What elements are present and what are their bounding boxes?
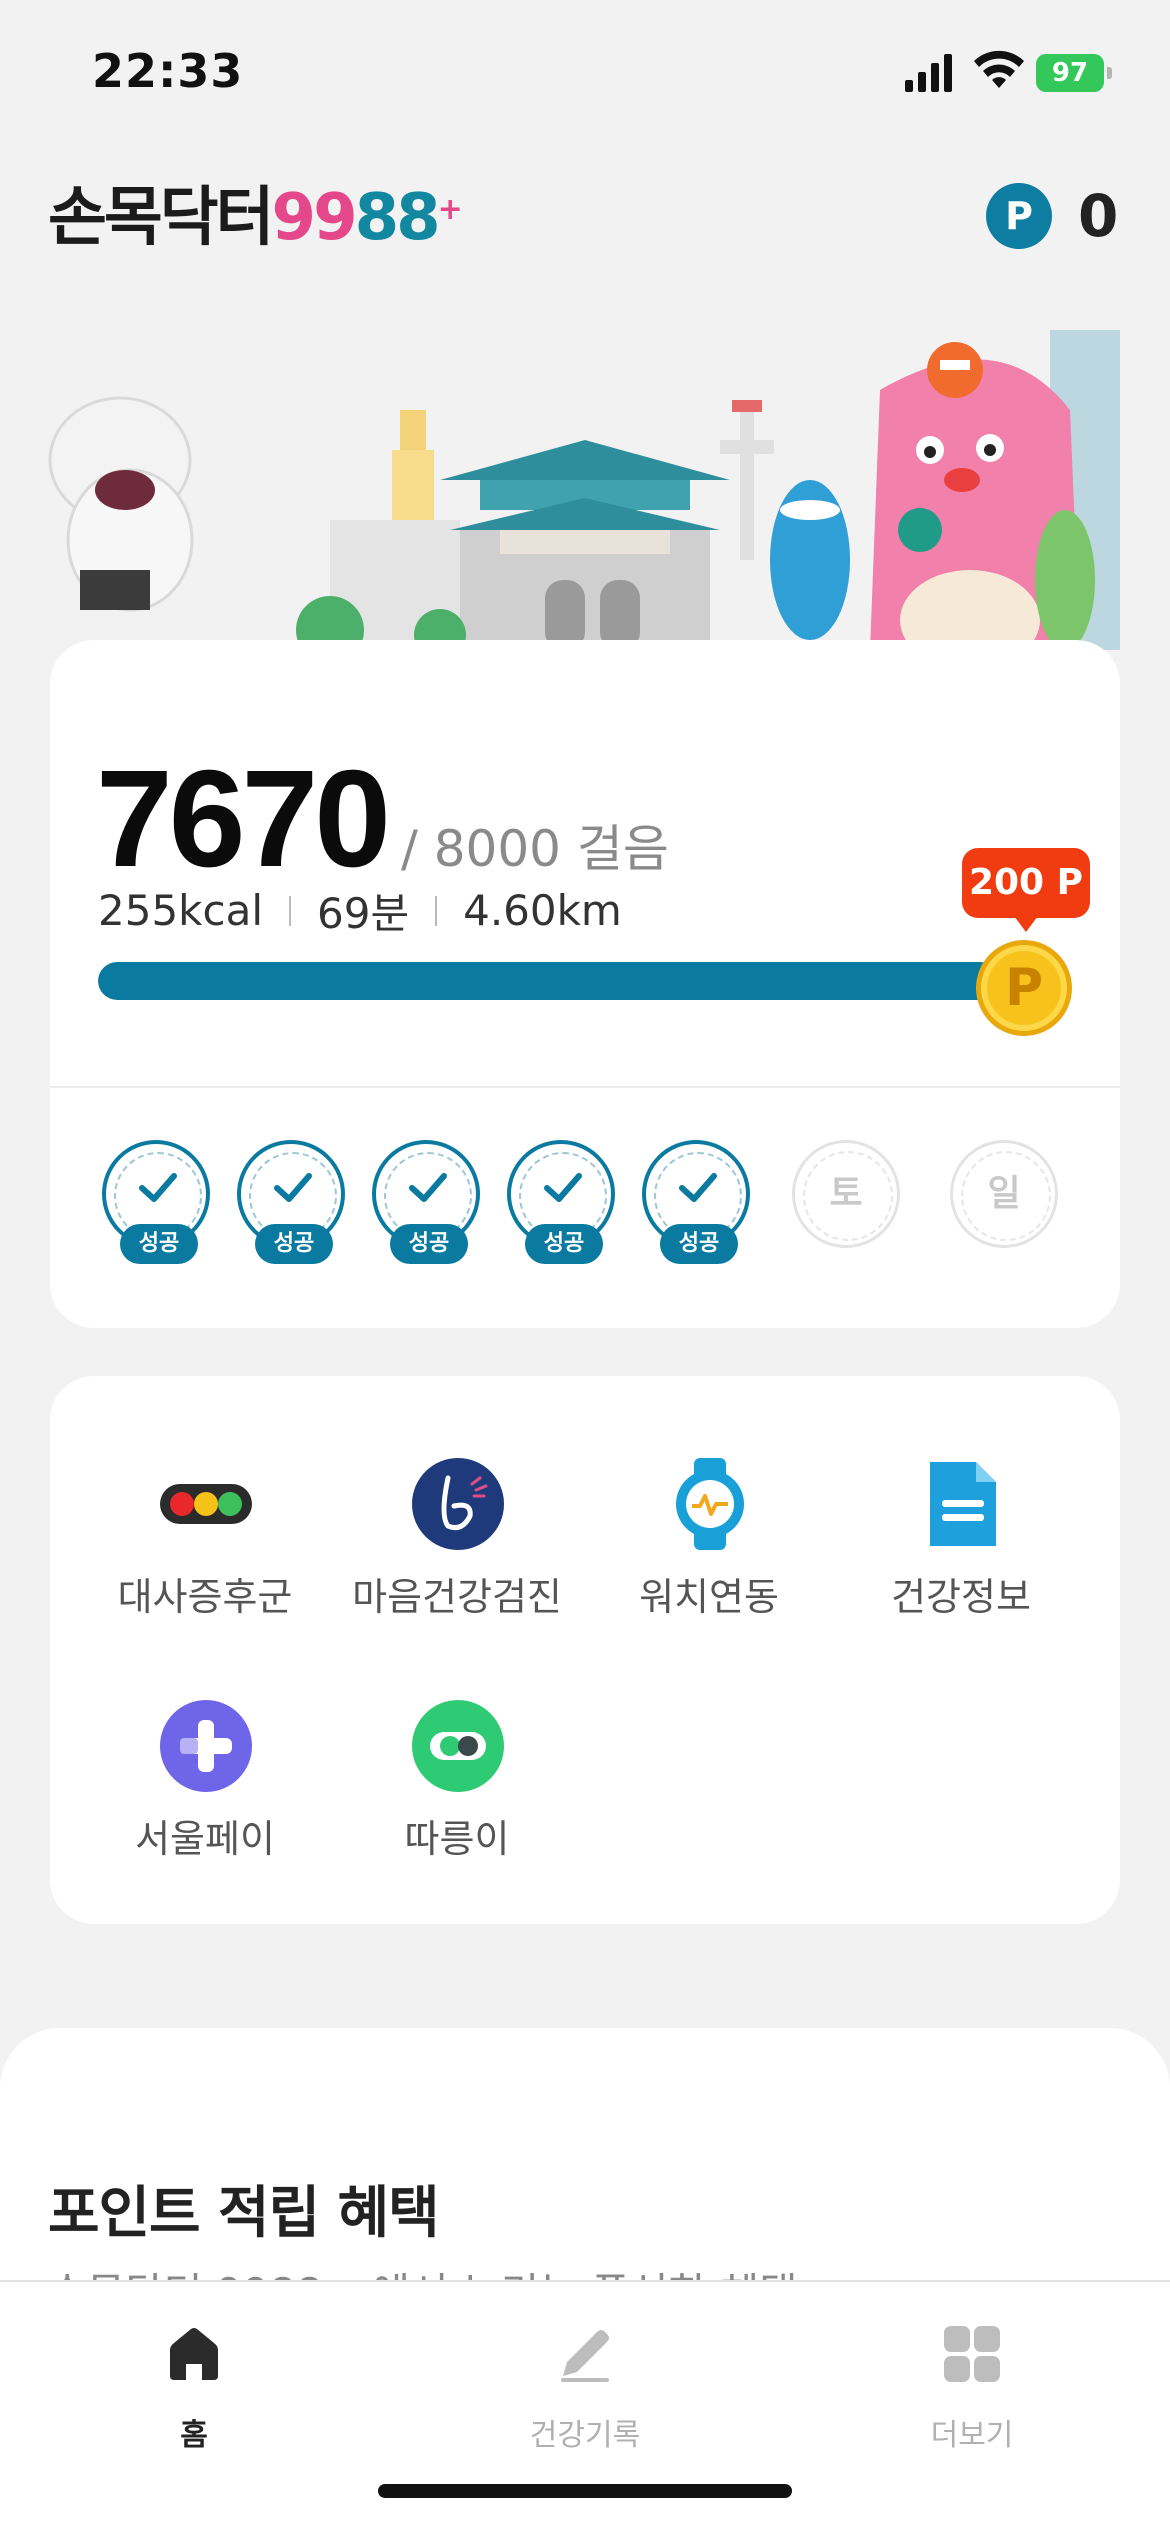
- status-bar: 22:33 97: [0, 0, 1170, 140]
- step-goal: / 8000 걸음: [401, 820, 669, 878]
- logo-text: 손목닥터: [48, 181, 275, 255]
- success-badge: 성공: [390, 1224, 468, 1264]
- step-count: 7670: [96, 742, 391, 896]
- check-icon: [544, 1173, 582, 1202]
- point-coin-icon[interactable]: P: [976, 940, 1072, 1036]
- day-streak-6: 토: [792, 1140, 900, 1248]
- menu-label: 서울페이: [135, 1817, 275, 1861]
- day-streak-5: 성공: [642, 1140, 750, 1264]
- mind-b-icon: [412, 1458, 504, 1550]
- points-value: 0: [1078, 182, 1119, 250]
- home-icon: [170, 2328, 218, 2380]
- tab-label: 홈: [180, 2418, 208, 2453]
- reward-points-badge: 200 P: [962, 848, 1090, 932]
- check-icon: [139, 1173, 177, 1202]
- success-badge: 성공: [525, 1224, 603, 1264]
- logo-number-99: 99: [271, 181, 358, 255]
- quick-menu-card: 대사증후군 마음건강검진 워치연동 건강정보 서울페이 따릉이: [50, 1376, 1120, 1924]
- watch-icon: [676, 1458, 744, 1550]
- cellular-signal-icon: [905, 54, 952, 92]
- battery-level: 97: [1036, 54, 1104, 92]
- menu-label: 따릉이: [404, 1817, 510, 1861]
- pencil-icon: [561, 2330, 609, 2382]
- day-label: 토: [829, 1173, 863, 1214]
- day-label: 일: [987, 1173, 1021, 1214]
- wifi-icon: [974, 50, 1024, 88]
- check-icon: [274, 1173, 312, 1202]
- success-badge: 성공: [660, 1224, 738, 1264]
- tab-label: 더보기: [930, 2418, 1014, 2453]
- check-icon: [679, 1173, 717, 1202]
- app-logo: 손목닥터9988+: [48, 178, 463, 258]
- card-divider: [50, 1086, 1120, 1088]
- success-badge: 성공: [255, 1224, 333, 1264]
- status-time: 22:33: [92, 44, 244, 98]
- battery-icon: 97: [1036, 54, 1112, 92]
- points-balance[interactable]: P 0: [986, 180, 1118, 252]
- logo-number-88: 88: [354, 181, 441, 255]
- seoul-pay-icon: [160, 1700, 252, 1792]
- distance: 4.60km: [463, 886, 622, 935]
- menu-label: 건강정보: [891, 1575, 1031, 1619]
- activity-stats: 255kcal 69분 4.60km: [98, 880, 622, 941]
- point-icon: P: [986, 183, 1052, 249]
- tab-label: 건강기록: [529, 2418, 641, 2453]
- check-icon: [409, 1173, 447, 1202]
- traffic-light-icon: [160, 1484, 252, 1524]
- day-streak-3: 성공: [372, 1140, 480, 1264]
- menu-label: 워치연동: [639, 1575, 779, 1619]
- step-progress-fill: [98, 962, 1000, 1000]
- menu-label: 대사증후군: [117, 1575, 293, 1619]
- day-streak-4: 성공: [507, 1140, 615, 1264]
- step-count-row: 7670/ 8000 걸음: [96, 740, 669, 899]
- step-card[interactable]: 7670/ 8000 걸음 255kcal 69분 4.60km 200 P P…: [50, 640, 1120, 1328]
- day-streak-1: 성공: [102, 1140, 210, 1264]
- home-indicator: [378, 2484, 792, 2498]
- weekly-streak: 성공 성공 성공 성공 성공 토 일: [102, 1140, 1102, 1270]
- active-minutes: 69분: [317, 889, 410, 938]
- step-progress-bar: [98, 962, 1038, 1000]
- document-icon: [930, 1462, 996, 1546]
- menu-label: 마음건강검진: [352, 1575, 562, 1619]
- day-streak-2: 성공: [237, 1140, 345, 1264]
- success-badge: 성공: [120, 1224, 198, 1264]
- logo-plus: +: [437, 192, 463, 227]
- benefit-title: 포인트 적립 혜택: [48, 2181, 440, 2246]
- calories: 255kcal: [98, 886, 263, 935]
- grid-icon: [944, 2326, 1000, 2382]
- bike-icon: [412, 1700, 504, 1792]
- day-streak-7: 일: [950, 1140, 1058, 1248]
- seoul-characters-illustration: [48, 330, 1120, 650]
